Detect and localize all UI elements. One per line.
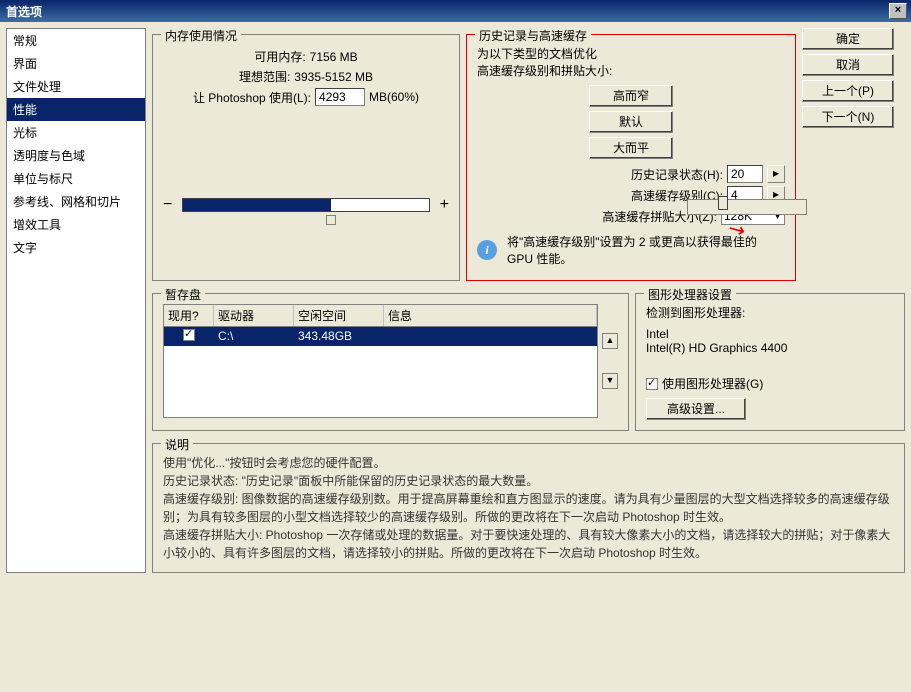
sidebar-item-2[interactable]: 文件处理 [7, 75, 145, 98]
advanced-settings-button[interactable]: 高级设置... [646, 398, 746, 420]
history-cache-group: 历史记录与高速缓存 为以下类型的文档优化 高速缓存级别和拼贴大小: 高而窄 默认… [466, 34, 796, 281]
sidebar-item-7[interactable]: 参考线、网格和切片 [7, 190, 145, 213]
dialog-buttons: 确定 取消 上一个(P) 下一个(N) [802, 28, 894, 281]
scratch-disks-group: 暂存盘 现用? 驱动器 空闲空间 信息 C:\343.48GB ▲ ▼ [152, 293, 629, 431]
let-use-label: 让 Photoshop 使用(L): [193, 89, 311, 106]
cancel-button[interactable]: 取消 [802, 54, 894, 76]
history-states-label: 历史记录状态(H): [631, 166, 723, 183]
gpu-vendor: Intel [646, 327, 894, 341]
sidebar-item-1[interactable]: 界面 [7, 52, 145, 75]
default-button[interactable]: 默认 [589, 111, 673, 133]
available-mem-value: 7156 MB [310, 50, 358, 64]
info-icon: i [477, 240, 497, 260]
table-row[interactable]: C:\343.48GB [164, 327, 597, 346]
use-gpu-label: 使用图形处理器(G) [662, 375, 763, 392]
next-button[interactable]: 下一个(N) [802, 106, 894, 128]
use-gpu-checkbox[interactable] [646, 378, 658, 390]
move-up-button[interactable]: ▲ [602, 333, 618, 349]
window-title: 首选项 [4, 3, 889, 20]
cache-size-label: 高速缓存级别和拼贴大小: [477, 62, 785, 79]
gpu-group: 图形处理器设置 检测到图形处理器: Intel Intel(R) HD Grap… [635, 293, 905, 431]
col-info: 信息 [384, 305, 597, 326]
description-legend: 说明 [161, 436, 193, 453]
col-free: 空闲空间 [294, 305, 384, 326]
gpu-model: Intel(R) HD Graphics 4400 [646, 341, 894, 355]
tall-narrow-button[interactable]: 高而窄 [589, 85, 673, 107]
cache-info-text: 将"高速缓存级别"设置为 2 或更高以获得最佳的 GPU 性能。 [507, 233, 785, 267]
sidebar-item-4[interactable]: 光标 [7, 121, 145, 144]
memory-input[interactable] [315, 88, 365, 106]
slider-plus[interactable]: + [440, 196, 449, 214]
gpu-detected-label: 检测到图形处理器: [646, 304, 894, 321]
preferences-sidebar: 常规界面文件处理性能光标透明度与色域单位与标尺参考线、网格和切片增效工具文字 [6, 28, 146, 573]
slider-thumb[interactable] [718, 196, 728, 210]
sidebar-item-3[interactable]: 性能 [7, 98, 145, 121]
sidebar-item-9[interactable]: 文字 [7, 236, 145, 259]
col-drive: 驱动器 [214, 305, 294, 326]
sidebar-item-5[interactable]: 透明度与色域 [7, 144, 145, 167]
scratch-disk-table: 现用? 驱动器 空闲空间 信息 C:\343.48GB [163, 304, 598, 418]
sidebar-item-6[interactable]: 单位与标尺 [7, 167, 145, 190]
memory-group: 内存使用情况 可用内存: 7156 MB 理想范围: 3935-5152 MB … [152, 34, 460, 281]
available-mem-label: 可用内存: [254, 48, 305, 65]
move-down-button[interactable]: ▼ [602, 373, 618, 389]
big-flat-button[interactable]: 大而平 [589, 137, 673, 159]
scratch-drive: C:\ [214, 327, 294, 346]
scratch-active-checkbox[interactable] [183, 329, 195, 341]
scratch-legend: 暂存盘 [161, 286, 205, 303]
gpu-legend: 图形处理器设置 [644, 286, 736, 303]
prev-button[interactable]: 上一个(P) [802, 80, 894, 102]
ok-button[interactable]: 确定 [802, 28, 894, 50]
history-states-slider-popup[interactable] [687, 199, 807, 215]
close-button[interactable]: × [889, 3, 907, 19]
scratch-free: 343.48GB [294, 327, 384, 346]
optimize-label: 为以下类型的文档优化 [477, 45, 785, 62]
titlebar: 首选项 × [0, 0, 911, 22]
memory-legend: 内存使用情况 [161, 27, 241, 44]
scratch-info [384, 327, 597, 346]
description-group: 说明 使用"优化..."按钮时会考虑您的硬件配置。历史记录状态: "历史记录"面… [152, 443, 905, 573]
slider-minus[interactable]: − [163, 196, 172, 214]
sidebar-item-8[interactable]: 增效工具 [7, 213, 145, 236]
history-states-input[interactable] [727, 165, 763, 183]
description-text: 使用"优化..."按钮时会考虑您的硬件配置。历史记录状态: "历史记录"面板中所… [163, 454, 894, 562]
ideal-range-value: 3935-5152 MB [294, 70, 373, 84]
history-legend: 历史记录与高速缓存 [475, 27, 591, 44]
memory-unit: MB(60%) [369, 90, 419, 104]
ideal-range-label: 理想范围: [239, 68, 290, 85]
memory-slider[interactable] [182, 198, 429, 212]
col-active: 现用? [164, 305, 214, 326]
history-states-flyout[interactable]: ▸ [767, 165, 785, 183]
sidebar-item-0[interactable]: 常规 [7, 29, 145, 52]
